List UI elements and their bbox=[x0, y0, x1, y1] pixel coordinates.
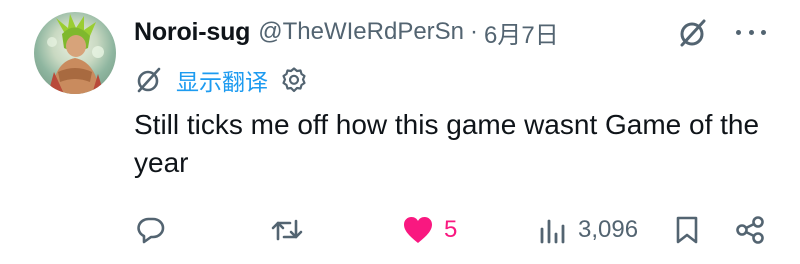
grok-icon[interactable] bbox=[678, 18, 708, 48]
share-button[interactable] bbox=[734, 208, 766, 252]
reply-icon bbox=[137, 217, 165, 244]
tweet[interactable]: Noroi-sug @TheWIeRdPerSn · 6月7日 显示翻译 Sti… bbox=[0, 0, 800, 264]
views-button[interactable]: 3,096 bbox=[538, 208, 638, 252]
reply-button[interactable] bbox=[136, 208, 166, 252]
views-icon bbox=[540, 219, 565, 244]
bookmark-icon bbox=[676, 216, 698, 244]
heart-icon bbox=[404, 217, 432, 243]
tweet-text: Still ticks me off how this game wasnt G… bbox=[134, 109, 760, 178]
more-dot bbox=[761, 29, 766, 35]
gear-icon[interactable] bbox=[280, 66, 308, 94]
tweet-date[interactable]: 6月7日 bbox=[484, 15, 559, 50]
like-button[interactable]: 5 bbox=[402, 208, 457, 252]
bookmark-button[interactable] bbox=[674, 208, 700, 252]
share-icon bbox=[736, 216, 764, 244]
avatar[interactable] bbox=[34, 12, 116, 94]
tweet-actions: 5 3,096 bbox=[0, 208, 800, 252]
separator: · bbox=[470, 18, 479, 45]
retweet-button[interactable] bbox=[270, 208, 304, 252]
retweet-icon bbox=[271, 219, 303, 241]
author-name[interactable]: Noroi-sug bbox=[134, 18, 250, 47]
more-dot bbox=[748, 29, 754, 35]
author-handle[interactable]: @TheWIeRdPerSn bbox=[258, 18, 464, 46]
views-count: 3,096 bbox=[578, 216, 639, 243]
more-options-icon[interactable] bbox=[736, 22, 766, 42]
tweet-header: Noroi-sug @TheWIeRdPerSn · 6月7日 bbox=[134, 14, 559, 50]
more-dot bbox=[736, 29, 741, 35]
grok-translate-icon bbox=[137, 67, 161, 93]
show-translation-link[interactable]: 显示翻译 bbox=[176, 63, 268, 97]
like-count: 5 bbox=[444, 216, 458, 243]
translate-row: 显示翻译 bbox=[134, 62, 308, 98]
